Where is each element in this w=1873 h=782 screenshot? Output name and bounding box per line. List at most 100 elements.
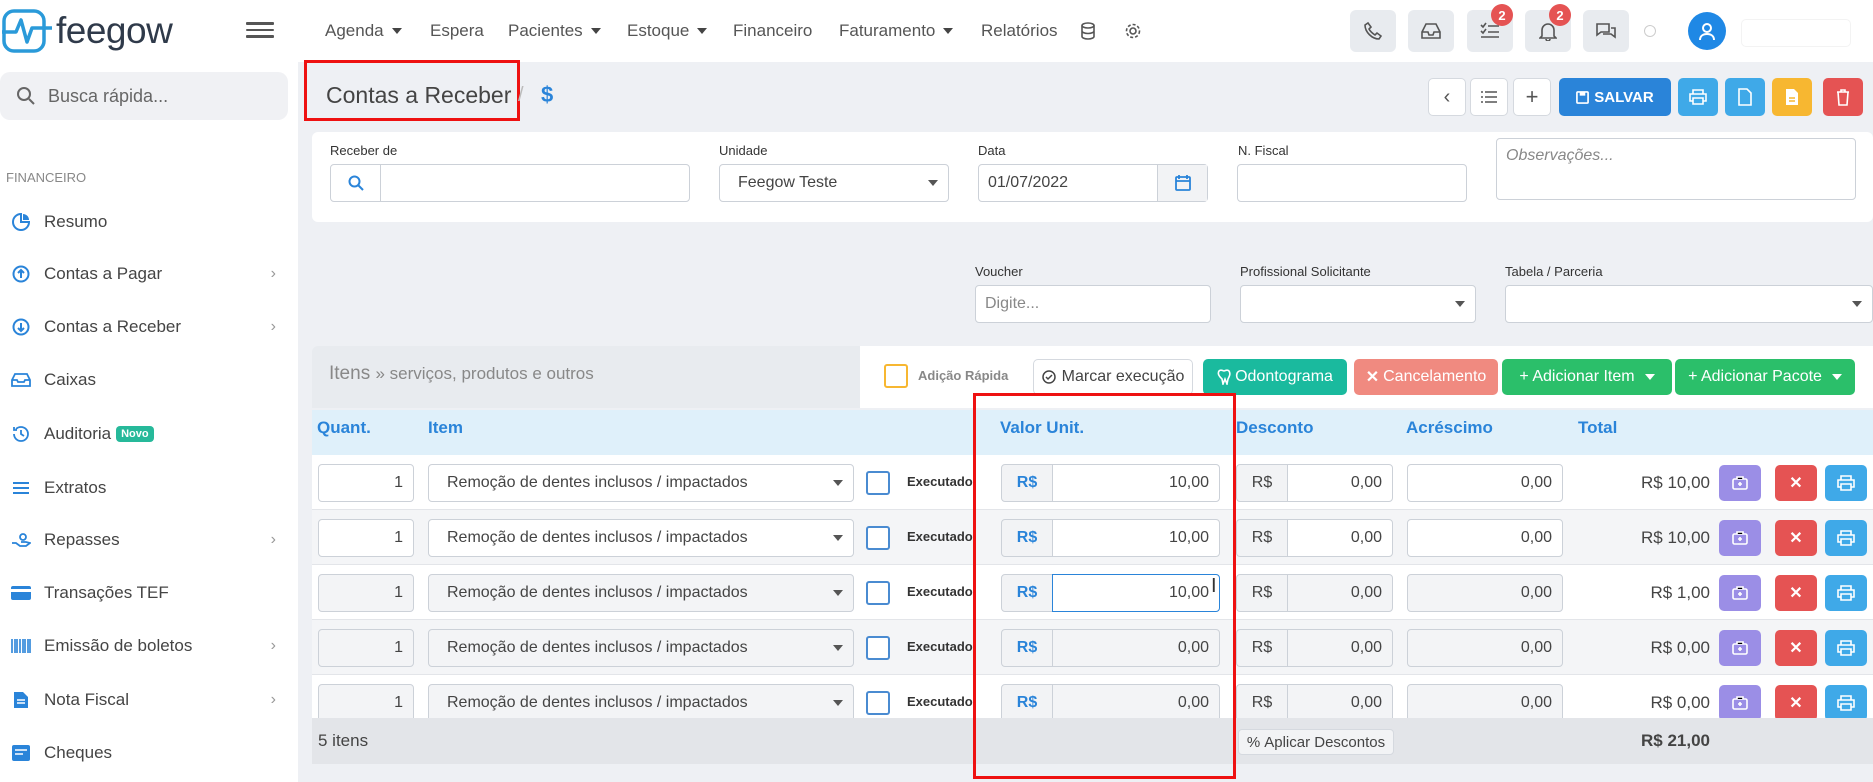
row-print-button[interactable]	[1825, 685, 1867, 721]
plus-icon: +	[1525, 84, 1539, 109]
tooth-icon	[1217, 369, 1231, 385]
row-remove-button[interactable]: ✕	[1775, 630, 1817, 666]
adicionar-pacote-button[interactable]: + Adicionar Pacote	[1675, 359, 1855, 395]
add-button[interactable]: +	[1513, 78, 1551, 116]
receber-de-field[interactable]	[330, 164, 690, 202]
sidebar-item-transacoes-tef[interactable]: Transações TEF	[0, 573, 290, 613]
tabela-select[interactable]	[1505, 285, 1873, 323]
sidebar-item-extratos[interactable]: Extratos	[0, 468, 290, 508]
logo[interactable]: feegow	[0, 4, 220, 58]
sidebar-item-caixas[interactable]: Caixas	[0, 360, 290, 400]
item-select[interactable]: Remoção de dentes inclusos / impactados	[428, 574, 854, 612]
nav-faturamento[interactable]: Faturamento	[839, 18, 954, 44]
sidebar-item-contas-a-pagar[interactable]: Contas a Pagar ›	[0, 254, 290, 294]
observacoes-textarea[interactable]: Observações...	[1496, 138, 1856, 200]
quantity-input[interactable]: 1	[318, 519, 414, 557]
marcar-execucao-button[interactable]: Marcar execução	[1033, 359, 1193, 395]
item-select[interactable]: Remoção de dentes inclusos / impactados	[428, 684, 854, 722]
executado-checkbox[interactable]	[866, 691, 890, 715]
tasks-button[interactable]: 2	[1467, 4, 1513, 52]
desconto-input[interactable]: 0,00	[1287, 684, 1393, 722]
nav-estoque[interactable]: Estoque	[627, 18, 708, 44]
unidade-value: Feegow Teste	[738, 174, 838, 191]
row-remove-button[interactable]: ✕	[1775, 465, 1817, 501]
quantity-input[interactable]: 1	[318, 574, 414, 612]
row-action-button[interactable]	[1719, 520, 1761, 556]
nfiscal-field[interactable]	[1237, 164, 1467, 202]
unidade-select[interactable]: Feegow Teste	[719, 164, 949, 202]
row-print-button[interactable]	[1825, 630, 1867, 666]
list-button[interactable]	[1470, 78, 1508, 116]
inbox-button[interactable]	[1408, 10, 1454, 52]
sidebar-item-auditoria[interactable]: Auditoria Novo	[0, 414, 290, 454]
nav-espera[interactable]: Espera	[430, 18, 484, 44]
acrescimo-input[interactable]: 0,00	[1407, 519, 1563, 557]
row-remove-button[interactable]: ✕	[1775, 685, 1817, 721]
data-field[interactable]: 01/07/2022	[978, 164, 1208, 202]
quantity-input[interactable]: 1	[318, 684, 414, 722]
nav-pacientes[interactable]: Pacientes	[508, 18, 601, 44]
row-print-button[interactable]	[1825, 575, 1867, 611]
nfiscal-label: N. Fiscal	[1238, 143, 1289, 158]
inbox-icon	[10, 369, 32, 391]
row-remove-button[interactable]: ✕	[1775, 575, 1817, 611]
row-action-button[interactable]	[1719, 685, 1761, 721]
phone-button[interactable]	[1350, 10, 1396, 52]
menu-toggle-icon[interactable]	[246, 18, 274, 42]
chat-button[interactable]	[1583, 10, 1629, 52]
acrescimo-input[interactable]: 0,00	[1407, 464, 1563, 502]
delete-button[interactable]	[1823, 78, 1863, 116]
settings-gear-icon[interactable]	[1124, 18, 1142, 44]
nav-financeiro[interactable]: Financeiro	[733, 18, 812, 44]
dollar-icon[interactable]: $	[541, 82, 553, 108]
sidebar-item-nota-fiscal[interactable]: Nota Fiscal ›	[0, 680, 290, 720]
adicao-rapida-checkbox[interactable]	[884, 364, 908, 388]
row-action-button[interactable]	[1719, 630, 1761, 666]
sidebar-item-resumo[interactable]: Resumo	[0, 202, 290, 242]
sidebar-item-cheques[interactable]: Cheques	[0, 733, 290, 773]
desconto-input[interactable]: 0,00	[1287, 464, 1393, 502]
adicionar-item-button[interactable]: + Adicionar Item	[1502, 359, 1672, 395]
aplicar-descontos-button[interactable]: % Aplicar Descontos	[1238, 729, 1394, 755]
acrescimo-input[interactable]: 0,00	[1407, 629, 1563, 667]
profissional-select[interactable]	[1240, 285, 1476, 323]
voucher-input[interactable]: Digite...	[975, 285, 1211, 323]
back-button[interactable]: ‹	[1428, 78, 1466, 116]
executado-checkbox[interactable]	[866, 581, 890, 605]
row-print-button[interactable]	[1825, 520, 1867, 556]
item-select[interactable]: Remoção de dentes inclusos / impactados	[428, 629, 854, 667]
receipt-button[interactable]	[1772, 78, 1812, 116]
nav-agenda[interactable]: Agenda	[325, 18, 402, 44]
user-name-box[interactable]	[1742, 20, 1850, 46]
quantity-input[interactable]: 1	[318, 629, 414, 667]
cancelamento-button[interactable]: ✕ Cancelamento	[1354, 359, 1498, 395]
quantity-input[interactable]: 1	[318, 464, 414, 502]
database-icon[interactable]	[1080, 18, 1096, 44]
print-button[interactable]	[1678, 78, 1718, 116]
nav-relatorios[interactable]: Relatórios	[981, 18, 1058, 44]
document-button[interactable]	[1725, 78, 1765, 116]
calendar-icon[interactable]	[1157, 165, 1207, 201]
row-remove-button[interactable]: ✕	[1775, 520, 1817, 556]
notifications-button[interactable]: 2	[1525, 4, 1571, 52]
item-select[interactable]: Remoção de dentes inclusos / impactados	[428, 464, 854, 502]
row-action-button[interactable]	[1719, 465, 1761, 501]
row-action-button[interactable]	[1719, 575, 1761, 611]
odontograma-button[interactable]: Odontograma	[1203, 359, 1347, 395]
desconto-input[interactable]: 0,00	[1287, 574, 1393, 612]
user-avatar[interactable]	[1688, 12, 1726, 50]
item-select[interactable]: Remoção de dentes inclusos / impactados	[428, 519, 854, 557]
executado-checkbox[interactable]	[866, 636, 890, 660]
sidebar-item-contas-a-receber[interactable]: Contas a Receber ›	[0, 307, 290, 347]
acrescimo-input[interactable]: 0,00	[1407, 684, 1563, 722]
quick-search-input[interactable]: Busca rápida...	[0, 72, 288, 120]
row-print-button[interactable]	[1825, 465, 1867, 501]
executado-checkbox[interactable]	[866, 526, 890, 550]
executado-checkbox[interactable]	[866, 471, 890, 495]
sidebar-item-repasses[interactable]: Repasses ›	[0, 520, 290, 560]
desconto-input[interactable]: 0,00	[1287, 629, 1393, 667]
save-button[interactable]: SALVAR	[1559, 78, 1671, 116]
sidebar-item-emissao-de-boletos[interactable]: Emissão de boletos ›	[0, 626, 290, 666]
desconto-input[interactable]: 0,00	[1287, 519, 1393, 557]
acrescimo-input[interactable]: 0,00	[1407, 574, 1563, 612]
